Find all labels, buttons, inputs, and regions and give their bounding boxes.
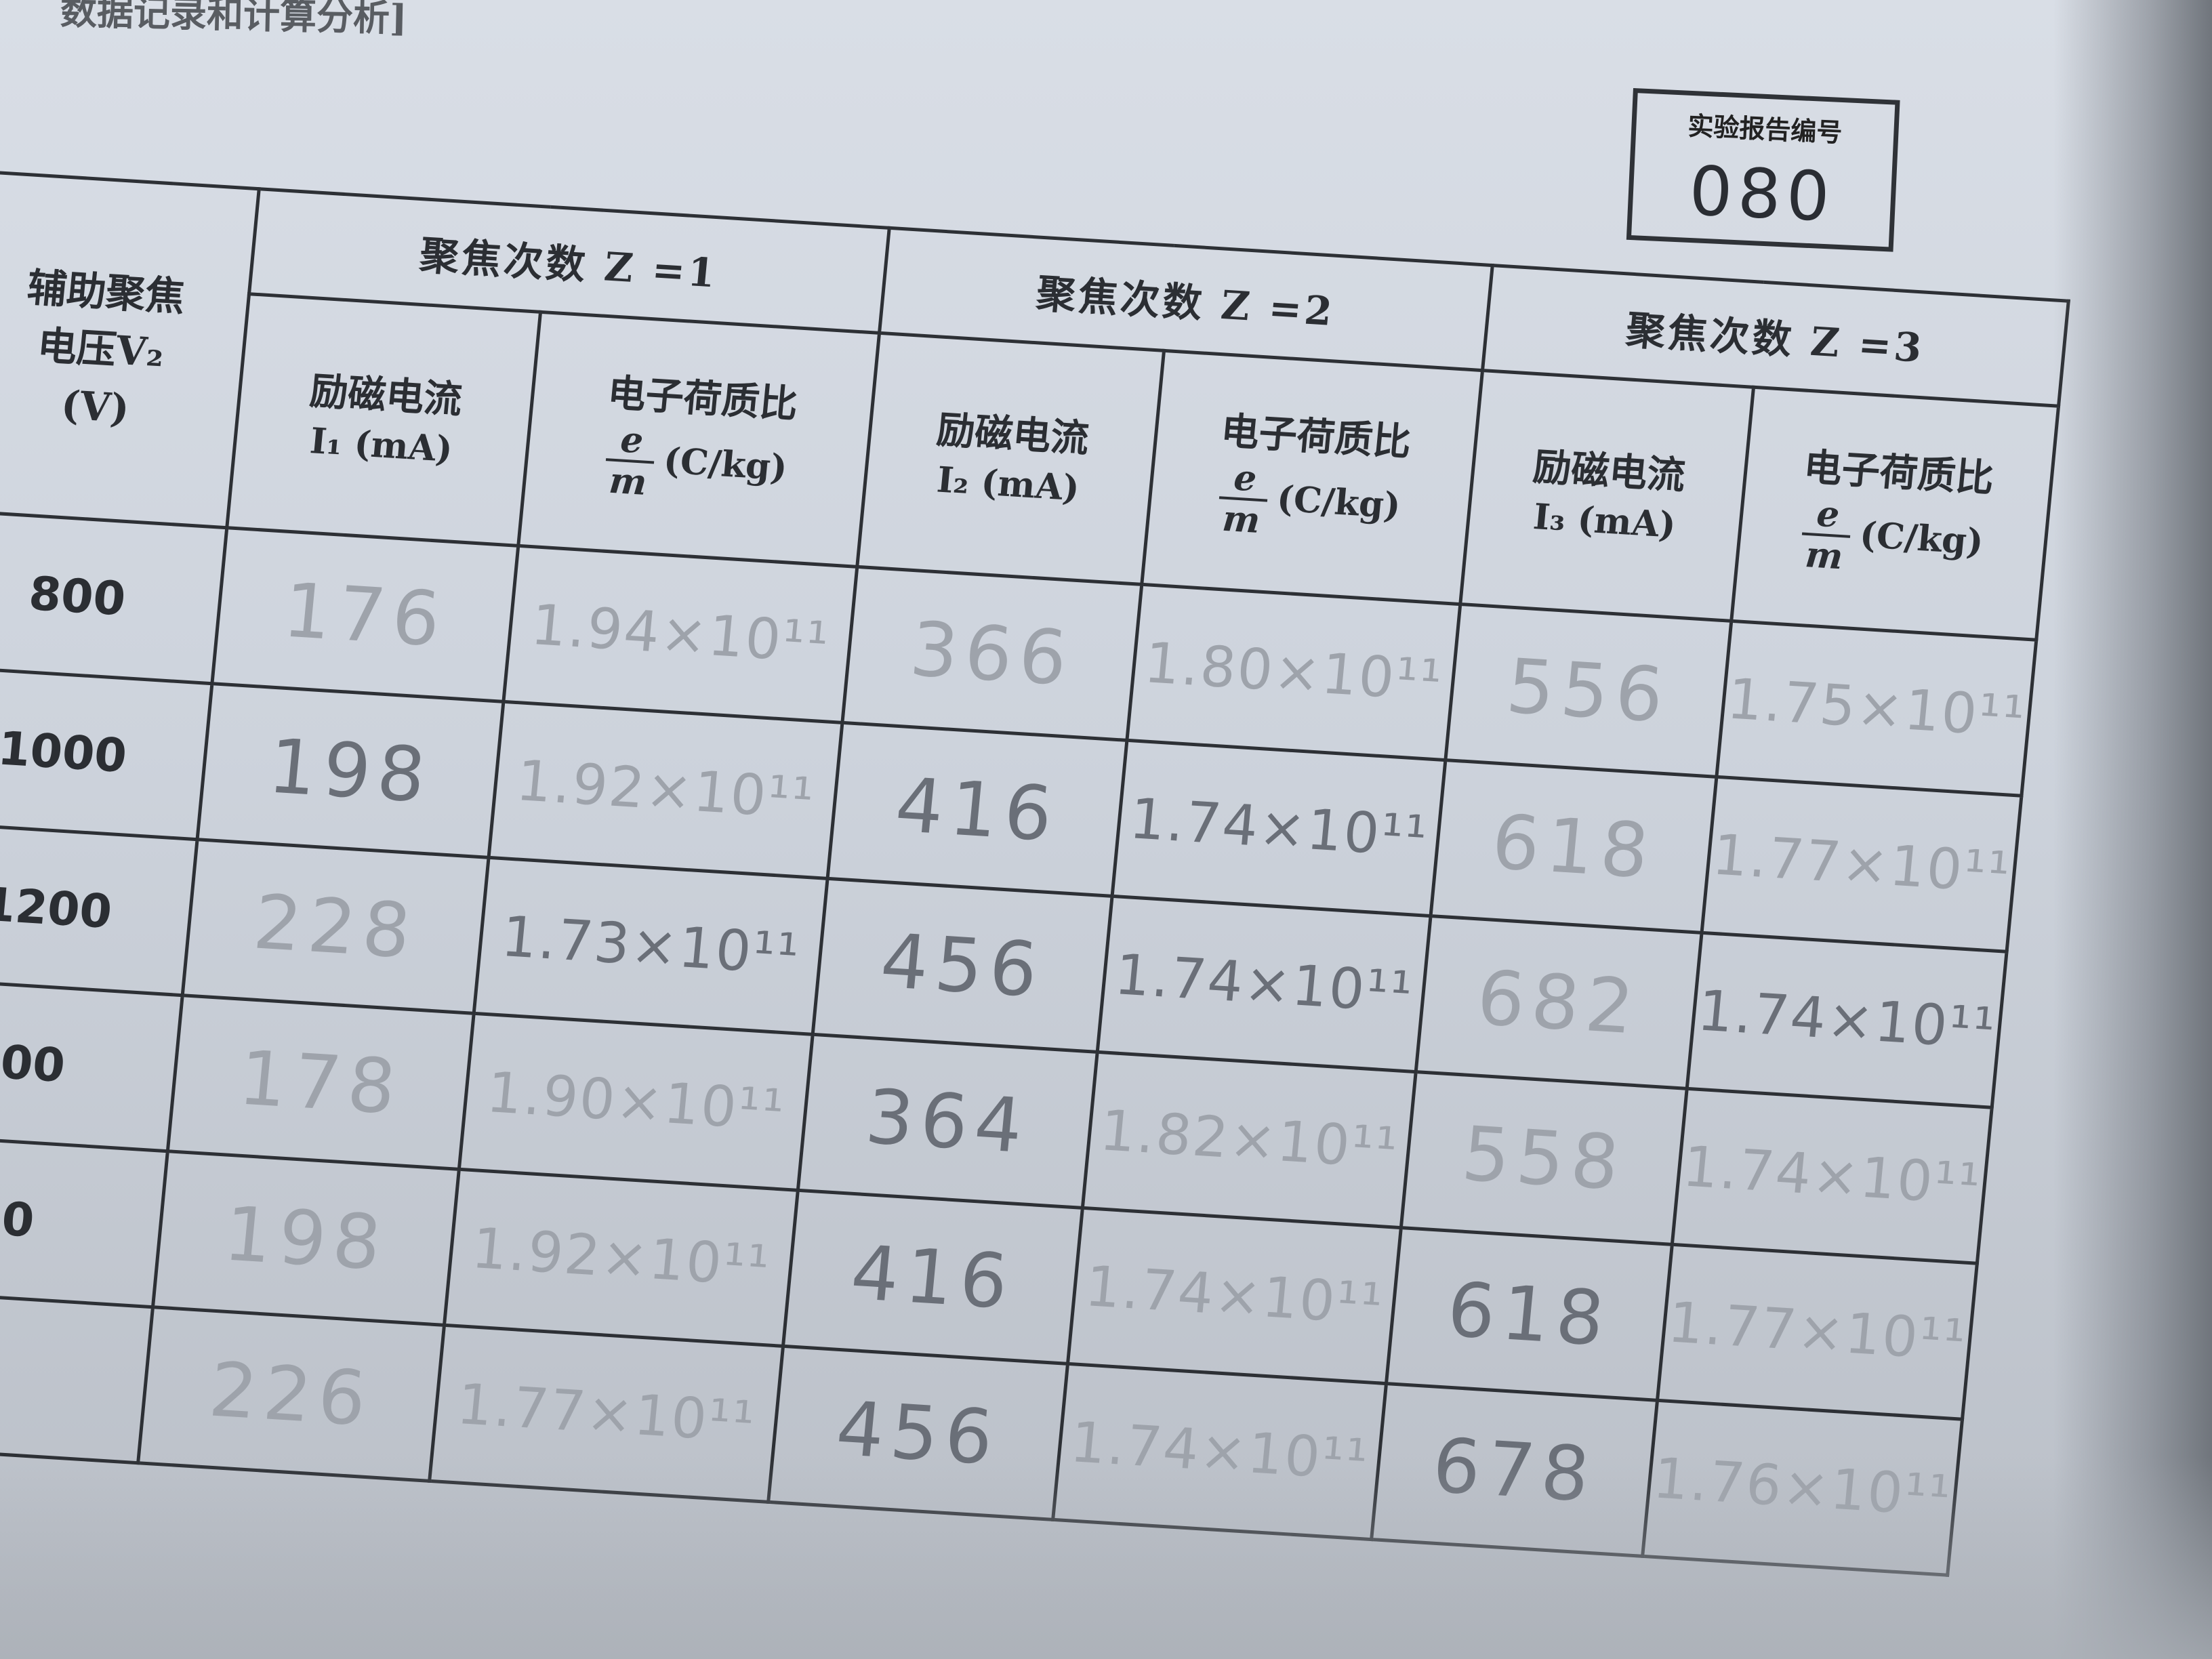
ratio2-cell: 1.74×10¹¹ (1097, 896, 1431, 1072)
i2-cell: 416 (827, 722, 1127, 897)
ratio3-cell: 1.74×10¹¹ (1672, 1088, 1992, 1264)
ratio2-cell: 1.82×10¹¹ (1082, 1052, 1416, 1228)
i3-cell: 682 (1416, 916, 1702, 1089)
ratio-header-z2: 电子荷质比 e m (C/kg) (1141, 350, 1483, 605)
ratio3-cell: 1.77×10¹¹ (1657, 1244, 1978, 1420)
i3-cell: 618 (1386, 1227, 1673, 1401)
section-heading: 数据记录和计算分析] (60, 0, 408, 40)
i2-cell: 366 (842, 567, 1142, 741)
fraction-denominator: m (1221, 497, 1263, 541)
fraction-denominator: m (607, 459, 649, 504)
data-table: 辅助聚焦 电压V₂ (V) 聚焦次数 Z =1 聚焦次数 Z =2 聚焦次数 Z… (0, 169, 2070, 1577)
i1-cell: 178 (167, 995, 474, 1170)
ratio2-cell: 1.74×10¹¹ (1112, 740, 1446, 916)
i1-cell: 228 (182, 839, 489, 1014)
i3-cell: 558 (1401, 1071, 1687, 1245)
current-header-z1: 励磁电流 I₁ (mA) (226, 293, 541, 546)
v2-cell: 800 (0, 510, 227, 684)
ratio3-cell: 1.75×10¹¹ (1716, 621, 2036, 796)
report-number-value: 080 (1687, 150, 1837, 237)
ratio-unit: (C/kg) (1858, 514, 1986, 563)
page-edge-shadow (2053, 0, 2212, 1659)
fraction-numerator: e (605, 419, 658, 464)
v2-cell: 1200 (0, 821, 198, 996)
ratio3-cell: 1.74×10¹¹ (1687, 933, 2007, 1108)
e-over-m-fraction: em (602, 419, 658, 504)
e-over-m-fraction: em (1798, 493, 1854, 578)
v2-cell: 0 (0, 1133, 168, 1307)
v2-cell: 00 (0, 977, 183, 1151)
e-over-m-fraction: em (1215, 457, 1271, 541)
i3-cell: 618 (1431, 760, 1717, 933)
report-number-label: 实验报告编号 (1687, 110, 1843, 148)
ratio1-cell: 1.92×10¹¹ (444, 1169, 798, 1347)
i2-cell: 456 (813, 878, 1113, 1052)
i2-cell: 364 (798, 1034, 1098, 1208)
v2-cell (0, 1289, 153, 1463)
i1-cell: 176 (211, 527, 518, 702)
data-table-wrapper: 辅助聚焦 电压V₂ (V) 聚焦次数 Z =1 聚焦次数 Z =2 聚焦次数 Z… (0, 169, 2070, 1577)
ratio-header-z1: 电子荷质比 e m (C/kg) (518, 312, 880, 567)
fraction-numerator: e (1801, 493, 1854, 538)
ratio1-cell: 1.94×10¹¹ (503, 546, 857, 723)
ratio3-cell: 1.77×10¹¹ (1702, 777, 2022, 952)
current-header-z2: 励磁电流 I₂ (mA) (857, 333, 1164, 585)
fraction-numerator: e (1218, 457, 1271, 502)
bottom-shadow (0, 1457, 2212, 1659)
fraction-denominator: m (1803, 533, 1845, 578)
ratio1-cell: 1.73×10¹¹ (474, 857, 828, 1035)
i1-cell: 198 (197, 683, 504, 858)
i1-cell: 198 (152, 1151, 459, 1326)
ratio2-cell: 1.74×10¹¹ (1067, 1208, 1401, 1384)
ratio1-cell: 1.92×10¹¹ (489, 701, 842, 879)
ratio-header-z3: 电子荷质比 e m (C/kg) (1731, 387, 2059, 640)
row-header-cell: 辅助聚焦 电压V₂ (V) (0, 171, 260, 528)
report-number-box: 实验报告编号 080 (1626, 88, 1900, 252)
ratio-unit: (C/kg) (1275, 477, 1403, 527)
current-header-z3: 励磁电流 I₃ (mA) (1460, 370, 1754, 621)
i2-cell: 416 (783, 1190, 1083, 1364)
paper-sheet: 数据记录和计算分析] 实验报告编号 080 辅助聚焦 电压V₂ (V) 聚焦次数… (0, 0, 2212, 1659)
i1-cell: 226 (138, 1307, 445, 1481)
ratio2-cell: 1.80×10¹¹ (1126, 584, 1460, 760)
ratio-unit: (C/kg) (661, 439, 790, 489)
i3-cell: 556 (1445, 604, 1732, 777)
v2-cell: 1000 (0, 665, 212, 840)
ratio1-cell: 1.90×10¹¹ (459, 1013, 813, 1191)
